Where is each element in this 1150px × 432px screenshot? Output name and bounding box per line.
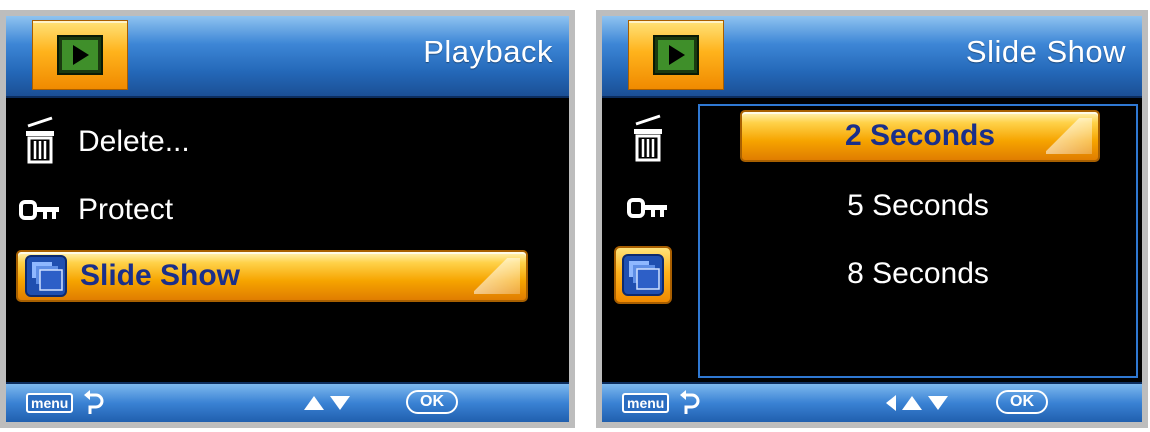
back-arrow-icon: [680, 390, 700, 414]
header-title: Slide Show: [965, 34, 1126, 69]
footer-bar: menu OK: [6, 382, 569, 422]
ok-button[interactable]: OK: [996, 390, 1048, 414]
screen-display: Playback Delete... Protect Slide Show me…: [6, 16, 569, 422]
key-icon: [19, 200, 59, 220]
header-bar: Slide Show: [602, 16, 1142, 98]
footer-bar: menu OK: [602, 382, 1142, 422]
option-5-seconds[interactable]: 5 Seconds: [740, 178, 1096, 234]
menu-button[interactable]: menu: [26, 393, 74, 413]
menu-button[interactable]: menu: [622, 393, 670, 413]
header-bar: Playback: [6, 16, 569, 98]
menu-item-label: Delete...: [78, 125, 190, 158]
option-2-seconds[interactable]: 2 Seconds: [740, 110, 1100, 162]
slide-show-submenu-screen: Slide Show 2 Seconds 5 Seconds 8 Seconds…: [596, 10, 1148, 428]
left-up-down-arrows-icon: [886, 395, 948, 411]
trash-icon: [634, 114, 662, 162]
menu-item-label: Protect: [78, 193, 174, 226]
header-title: Playback: [423, 34, 553, 69]
ok-button[interactable]: OK: [406, 390, 458, 414]
playback-mode-tile: [32, 20, 128, 90]
slideshow-icon: [25, 255, 67, 297]
playback-mode-tile: [628, 20, 724, 90]
back-arrow-icon: [84, 390, 104, 414]
play-icon: [653, 35, 699, 75]
trash-icon: [26, 116, 54, 164]
menu-item-slide-show[interactable]: Slide Show: [16, 250, 528, 302]
slideshow-icon: [622, 254, 664, 296]
option-label: 2 Seconds: [844, 119, 996, 152]
key-icon: [627, 198, 667, 218]
up-down-arrows-icon: [304, 396, 350, 410]
slideshow-icon-selected: [614, 246, 672, 304]
play-icon: [57, 35, 103, 75]
playback-menu-screen: Playback Delete... Protect Slide Show me…: [0, 10, 575, 428]
option-8-seconds[interactable]: 8 Seconds: [740, 246, 1096, 302]
interval-options-panel: 2 Seconds 5 Seconds 8 Seconds: [698, 104, 1138, 378]
menu-item-label: Slide Show: [80, 259, 241, 292]
screen-display: Slide Show 2 Seconds 5 Seconds 8 Seconds…: [602, 16, 1142, 422]
